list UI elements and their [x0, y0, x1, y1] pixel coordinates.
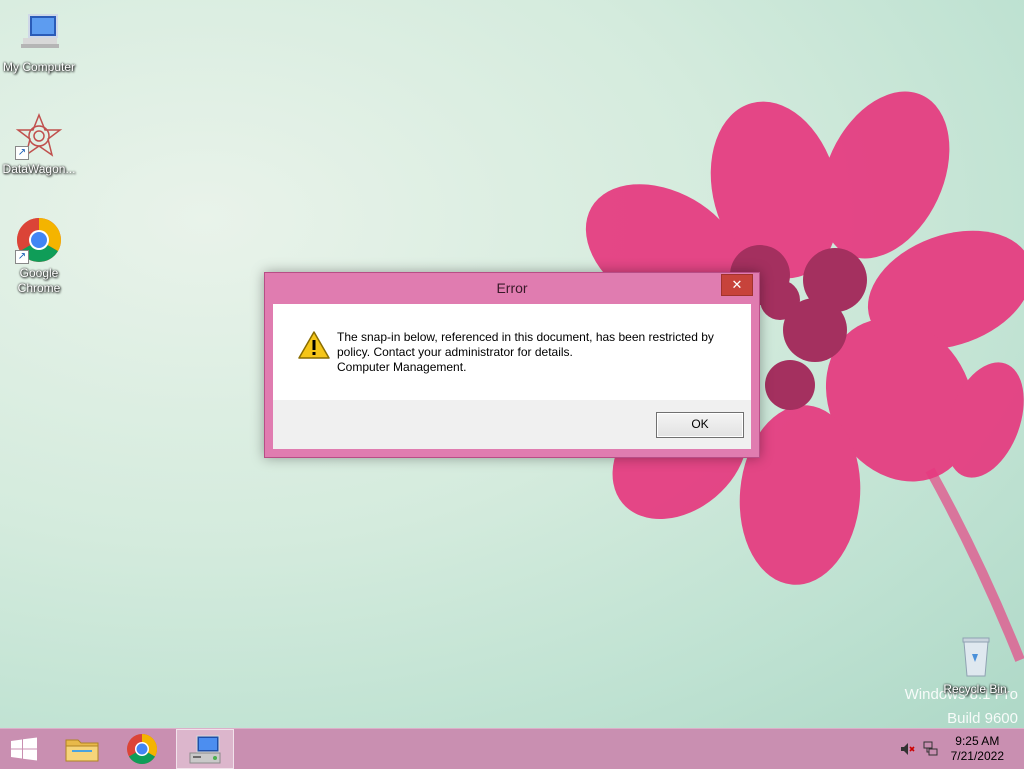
datawagon-icon: ↗ — [15, 112, 63, 160]
chrome-icon: ↗ — [15, 216, 63, 264]
desktop-icon-label: DataWagon... — [2, 162, 76, 176]
computer-icon — [15, 10, 63, 58]
desktop-icon-datawagon[interactable]: ↗ DataWagon... — [0, 112, 78, 177]
close-button[interactable]: ✕ — [721, 274, 753, 296]
dialog-body: The snap-in below, referenced in this do… — [273, 304, 751, 400]
taskbar-clock[interactable]: 9:25 AM 7/21/2022 — [951, 734, 1004, 764]
clock-date: 7/21/2022 — [950, 749, 1004, 763]
clock-time: 9:25 AM — [955, 734, 1000, 748]
recycle-bin-icon — [951, 632, 999, 680]
desktop: My Computer ↗ DataWagon... ↗ Google Chro… — [0, 0, 1024, 728]
taskbar-file-explorer[interactable] — [54, 729, 110, 769]
shortcut-arrow-icon: ↗ — [15, 250, 29, 264]
dialog-title: Error — [496, 280, 528, 296]
dialog-titlebar[interactable]: Error ✕ — [265, 273, 759, 303]
ok-button[interactable]: OK — [656, 412, 744, 438]
watermark-build: Build 9600 — [947, 710, 1018, 727]
warning-icon — [297, 330, 331, 360]
taskbar-google-chrome[interactable] — [114, 729, 170, 769]
message-line: policy. Contact your administrator for d… — [337, 345, 573, 359]
system-tray: 9:25 AM 7/21/2022 — [884, 729, 1024, 769]
message-line: Computer Management. — [337, 360, 467, 374]
chrome-icon — [127, 734, 158, 765]
close-icon: ✕ — [731, 277, 743, 292]
desktop-icon-recycle-bin[interactable]: Recycle Bin — [936, 632, 1014, 697]
taskbar: 9:25 AM 7/21/2022 — [0, 728, 1024, 769]
desktop-icon-label: Google Chrome — [17, 266, 61, 295]
desktop-icon-label: Recycle Bin — [943, 682, 1007, 696]
dialog-footer: OK — [273, 400, 751, 449]
desktop-icon-label: My Computer — [2, 60, 76, 74]
error-dialog: Error ✕ The snap-in below, referenced in… — [264, 272, 760, 458]
volume-muted-icon[interactable] — [900, 741, 916, 762]
computer-management-icon — [189, 735, 221, 764]
start-button[interactable] — [0, 729, 48, 769]
folder-icon — [65, 739, 99, 762]
message-line: The snap-in below, referenced in this do… — [337, 330, 714, 344]
dialog-message: The snap-in below, referenced in this do… — [337, 330, 737, 375]
taskbar-computer-management[interactable] — [176, 729, 234, 769]
desktop-icon-my-computer[interactable]: My Computer — [0, 10, 78, 75]
desktop-icon-google-chrome[interactable]: ↗ Google Chrome — [0, 216, 78, 296]
network-icon[interactable] — [922, 741, 938, 762]
shortcut-arrow-icon: ↗ — [15, 146, 29, 160]
windows-logo-icon — [11, 737, 37, 761]
